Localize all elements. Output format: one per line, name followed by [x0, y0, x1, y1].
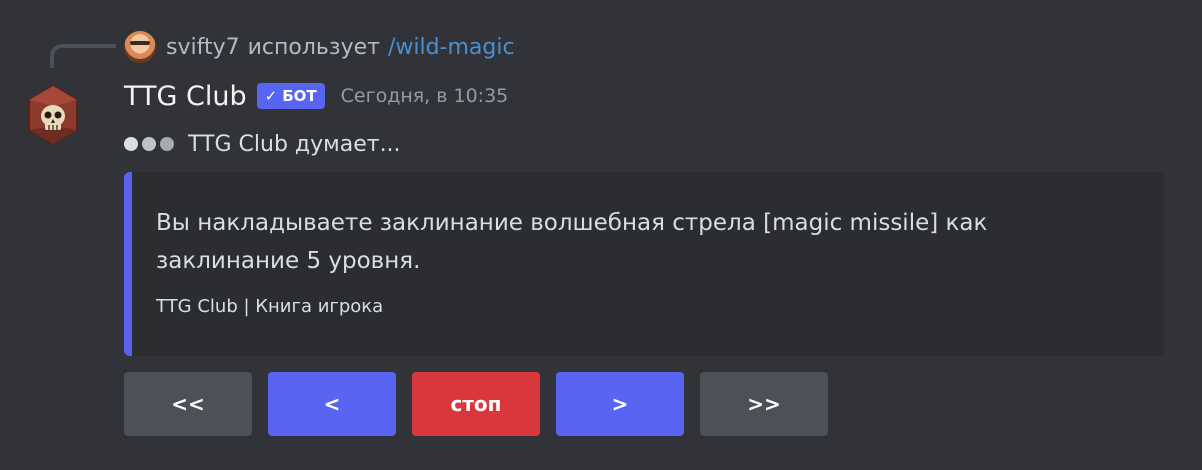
- typing-dot: [160, 137, 174, 151]
- embed-description: Вы накладываете заклинание волшебная стр…: [156, 210, 988, 274]
- reply-user-avatar[interactable]: [124, 31, 156, 63]
- first-page-button[interactable]: <<: [124, 372, 252, 436]
- embed-card: Вы накладываете заклинание волшебная стр…: [124, 172, 1164, 356]
- typing-dot: [124, 137, 138, 151]
- embed-footer: TTG Club | Книга игрока: [156, 296, 384, 317]
- thinking-text: TTG Club думает...: [188, 131, 401, 157]
- stop-button[interactable]: стоп: [412, 372, 540, 436]
- check-icon: ✓: [264, 87, 278, 105]
- typing-dots-icon: [124, 137, 174, 151]
- reply-username[interactable]: svifty7: [166, 35, 240, 60]
- reply-connector: [50, 44, 116, 68]
- action-row: << < стоп > >>: [124, 372, 828, 436]
- message-header: TTG Club ✓ БОТ Сегодня, в 10:35: [124, 76, 508, 116]
- last-page-button[interactable]: >>: [700, 372, 828, 436]
- thinking-indicator: TTG Club думает...: [124, 128, 401, 160]
- typing-dot: [142, 137, 156, 151]
- bot-tag: ✓ БОТ: [256, 83, 325, 109]
- reply-action-text: использует: [247, 34, 380, 60]
- message-timestamp: Сегодня, в 10:35: [340, 85, 509, 107]
- next-page-button[interactable]: >: [556, 372, 684, 436]
- bot-avatar[interactable]: [26, 84, 80, 146]
- d20-skull-icon: [28, 84, 78, 146]
- author-name[interactable]: TTG Club: [124, 81, 247, 112]
- previous-page-button[interactable]: <: [268, 372, 396, 436]
- bot-tag-label: БОТ: [282, 87, 317, 105]
- discord-message: svifty7 использует /wild-magic TTG Club …: [0, 0, 1202, 470]
- reply-command-link[interactable]: /wild-magic: [388, 35, 515, 60]
- reply-reference[interactable]: svifty7 использует /wild-magic: [124, 30, 515, 64]
